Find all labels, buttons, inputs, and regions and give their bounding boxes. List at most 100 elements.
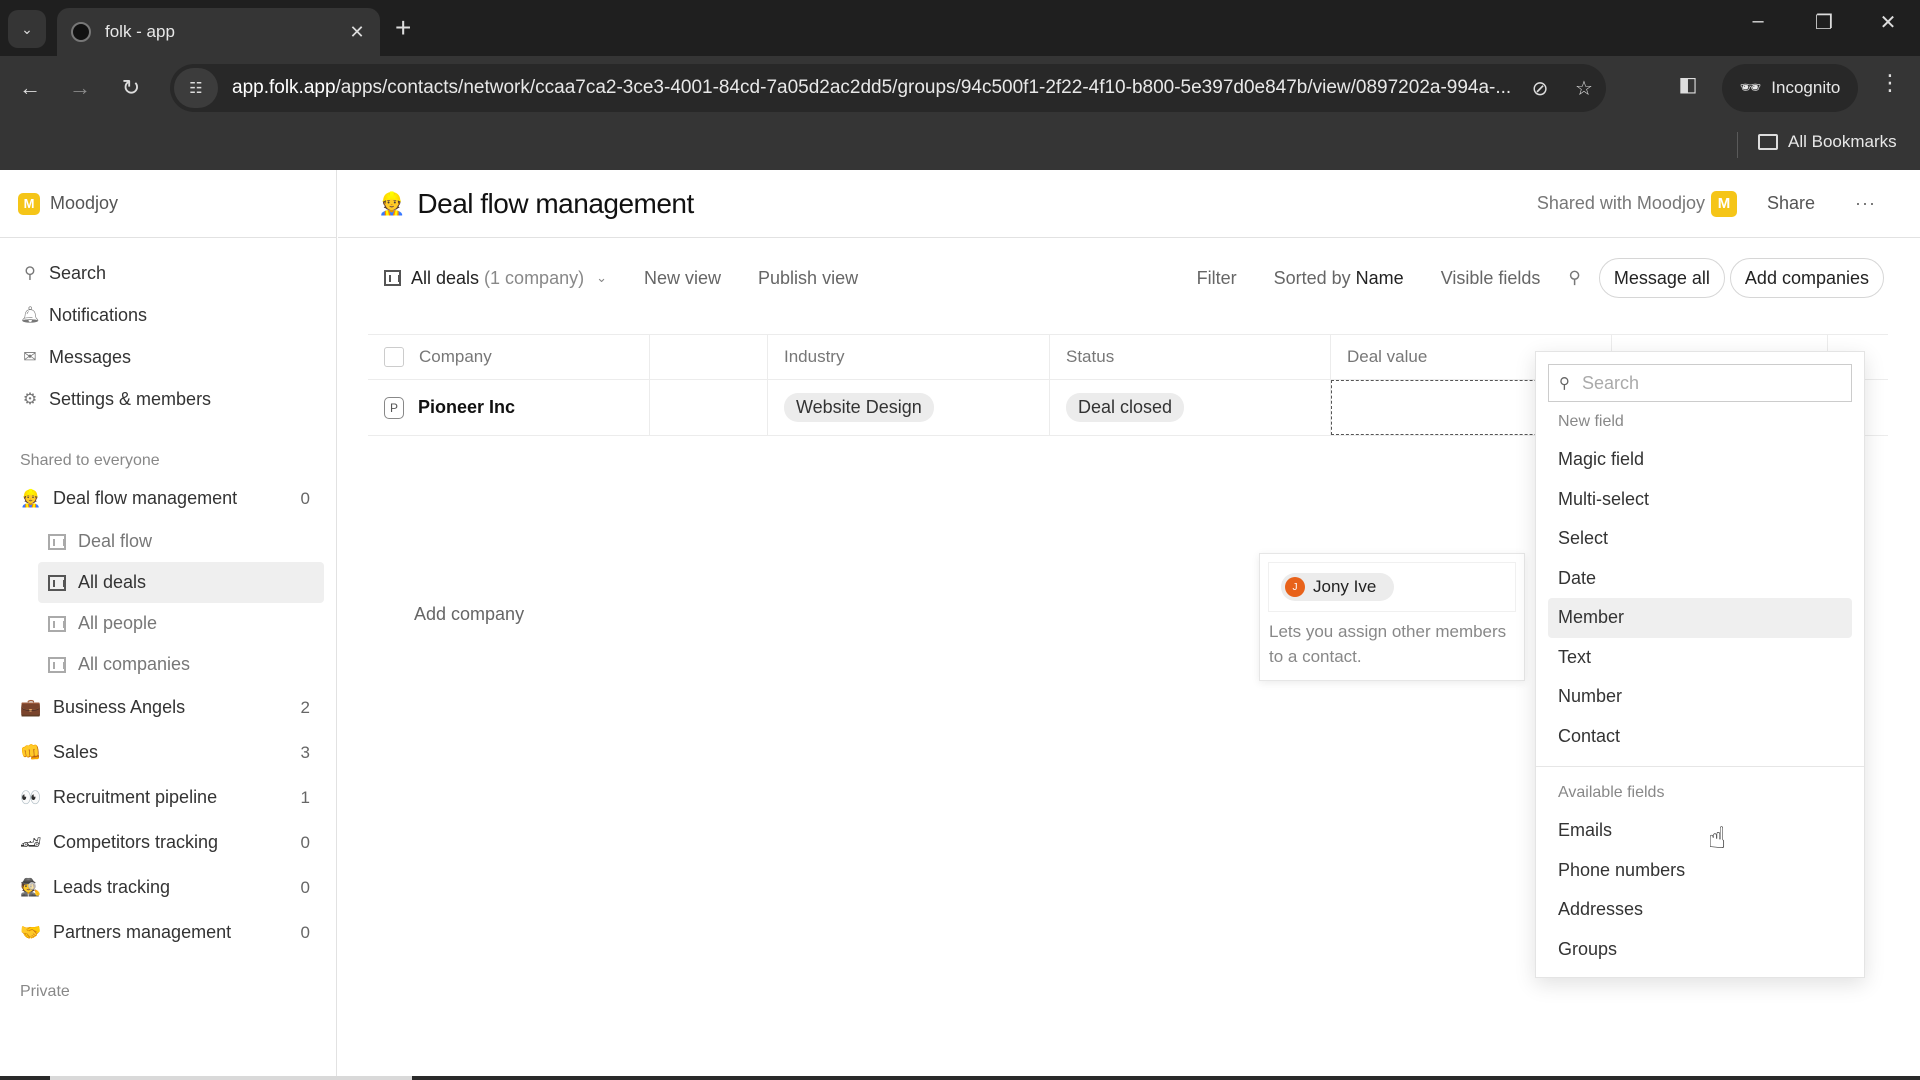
- workspace-switcher[interactable]: M Moodjoy: [0, 170, 336, 238]
- chevron-down-icon: ⌄: [596, 270, 607, 285]
- address-bar[interactable]: ☷ app.folk.app/apps/contacts/network/cca…: [170, 64, 1606, 112]
- column-header-status[interactable]: Status: [1050, 335, 1331, 379]
- field-type-select[interactable]: Select: [1548, 519, 1852, 559]
- view-all-deals[interactable]: All deals: [38, 562, 324, 603]
- group-partners-management[interactable]: 🤝 Partners management 0: [0, 910, 336, 955]
- field-type-contact[interactable]: Contact: [1548, 717, 1852, 757]
- new-view-button[interactable]: New view: [644, 268, 721, 289]
- table-icon: [48, 574, 66, 591]
- view-all-companies[interactable]: All companies: [38, 644, 324, 685]
- kanban-icon: [48, 533, 66, 550]
- member-chip: J Jony Ive: [1281, 573, 1395, 601]
- bookmarks-bar: All Bookmarks: [0, 120, 1920, 170]
- available-field-addresses[interactable]: Addresses: [1548, 890, 1852, 930]
- close-window-button[interactable]: ✕: [1868, 10, 1908, 35]
- bottom-scrollbar[interactable]: [0, 1076, 1920, 1080]
- field-type-multi-select[interactable]: Multi-select: [1548, 480, 1852, 520]
- construction-worker-icon: 👷: [20, 488, 42, 508]
- sidebar-item-search[interactable]: ⚲ Search: [0, 252, 336, 294]
- search-icon: ⚲: [24, 265, 36, 282]
- sidebar-item-messages[interactable]: ✉ Messages: [0, 336, 336, 378]
- cell-company[interactable]: P Pioneer Inc: [368, 380, 650, 435]
- group-count: 0: [300, 488, 310, 508]
- eye-off-icon[interactable]: ⊘: [1518, 76, 1562, 101]
- field-search-input[interactable]: [1582, 372, 1822, 394]
- workspace-badge: M: [18, 192, 40, 215]
- divider: [1737, 132, 1738, 158]
- tab-search-button[interactable]: ⌄: [8, 10, 46, 48]
- column-header-company[interactable]: Company: [368, 335, 650, 379]
- page-header: 👷 Deal flow management Shared with Moodj…: [338, 170, 1920, 238]
- group-competitors-tracking[interactable]: 🏎 Competitors tracking 0: [0, 820, 336, 865]
- scrollbar-thumb[interactable]: [50, 1076, 412, 1080]
- view-selector[interactable]: All deals (1 company) ⌄: [384, 268, 607, 289]
- site-info-icon[interactable]: ☷: [174, 68, 218, 108]
- group-deal-flow-management[interactable]: 👷 Deal flow management 0: [0, 476, 336, 521]
- field-type-date[interactable]: Date: [1548, 559, 1852, 599]
- cell-industry[interactable]: Website Design: [768, 380, 1050, 435]
- forward-button[interactable]: →: [62, 70, 98, 106]
- share-button[interactable]: Share: [1767, 193, 1815, 214]
- section-shared-label: Shared to everyone: [20, 452, 160, 469]
- star-icon[interactable]: ☆: [1562, 76, 1606, 101]
- group-recruitment-pipeline[interactable]: 👀 Recruitment pipeline 1: [0, 775, 336, 820]
- side-panel-icon[interactable]: ◧: [1674, 72, 1702, 100]
- field-type-magic-field[interactable]: Magic field: [1548, 440, 1852, 480]
- cell-status[interactable]: Deal closed: [1050, 380, 1331, 435]
- available-field-groups[interactable]: Groups: [1548, 930, 1852, 970]
- close-tab-icon[interactable]: ✕: [342, 22, 372, 43]
- restore-button[interactable]: ❐: [1804, 10, 1844, 35]
- field-search: ⚲: [1548, 364, 1852, 402]
- reload-button[interactable]: ↻: [113, 70, 149, 106]
- group-count: 1: [300, 787, 310, 807]
- shared-with-indicator[interactable]: Shared with Moodjoy M: [1537, 190, 1737, 217]
- workspace-name: Moodjoy: [50, 193, 119, 213]
- sidebar-item-settings[interactable]: ⚙ Settings & members: [0, 378, 336, 420]
- publish-view-button[interactable]: Publish view: [758, 268, 858, 289]
- sort-button[interactable]: Sorted by Name: [1274, 268, 1404, 289]
- column-header-blank[interactable]: [650, 335, 768, 379]
- filter-button[interactable]: Filter: [1197, 268, 1237, 289]
- view-deal-flow[interactable]: Deal flow: [38, 521, 324, 562]
- visible-fields-button[interactable]: Visible fields: [1441, 268, 1541, 289]
- back-button[interactable]: ←: [12, 70, 48, 106]
- add-company-button[interactable]: Add company: [414, 604, 524, 625]
- url-text[interactable]: app.folk.app/apps/contacts/network/ccaa7…: [232, 77, 1518, 99]
- folk-app: M Moodjoy ⚲ Search 🔔︎ Notifications ✉ Messa…: [0, 170, 1920, 1076]
- message-all-button[interactable]: Message all: [1598, 258, 1725, 298]
- more-options-icon[interactable]: ···: [1855, 193, 1876, 214]
- field-type-text[interactable]: Text: [1548, 638, 1852, 678]
- view-all-people[interactable]: All people: [38, 603, 324, 644]
- group-leads-tracking[interactable]: 🕵 Leads tracking 0: [0, 865, 336, 910]
- browser-menu-icon[interactable]: ⋮: [1876, 70, 1904, 96]
- available-field-phone-numbers[interactable]: Phone numbers: [1548, 851, 1852, 891]
- chevron-down-icon: ⌄: [21, 20, 33, 37]
- field-type-tooltip: J Jony Ive Lets you assign other members…: [1259, 553, 1525, 681]
- select-all-checkbox[interactable]: [384, 347, 404, 367]
- incognito-button[interactable]: 🕶 Incognito: [1722, 64, 1858, 112]
- table-icon: [384, 270, 401, 286]
- group-count: 0: [300, 832, 310, 852]
- group-sales[interactable]: 👊 Sales 3: [0, 730, 336, 775]
- available-field-emails[interactable]: Emails: [1548, 811, 1852, 851]
- field-type-number[interactable]: Number: [1548, 677, 1852, 717]
- view-toolbar: All deals (1 company) ⌄ New view Publish…: [338, 238, 1920, 318]
- group-count: 0: [300, 922, 310, 942]
- all-bookmarks-button[interactable]: All Bookmarks: [1758, 132, 1897, 152]
- browser-tab[interactable]: folk - app ✕: [57, 8, 380, 56]
- add-companies-button[interactable]: Add companies: [1729, 258, 1884, 298]
- sidebar-nav: ⚲ Search 🔔︎ Notifications ✉ Messages ⚙ Setti…: [0, 238, 336, 420]
- column-header-industry[interactable]: Industry: [768, 335, 1050, 379]
- sidebar-item-notifications[interactable]: 🔔︎ Notifications: [0, 294, 336, 336]
- search-icon[interactable]: ⚲: [1568, 268, 1580, 288]
- field-type-member[interactable]: Member: [1548, 598, 1852, 638]
- section-private-label: Private: [20, 983, 70, 1000]
- cell-blank[interactable]: [650, 380, 768, 435]
- avatar: J: [1285, 577, 1305, 597]
- new-tab-button[interactable]: +: [395, 12, 411, 44]
- table-icon: [48, 615, 66, 632]
- group-business-angels[interactable]: 💼 Business Angels 2: [0, 685, 336, 730]
- minimize-button[interactable]: –: [1738, 10, 1778, 33]
- search-icon: ⚲: [1559, 375, 1570, 392]
- tab-title: folk - app: [105, 22, 175, 41]
